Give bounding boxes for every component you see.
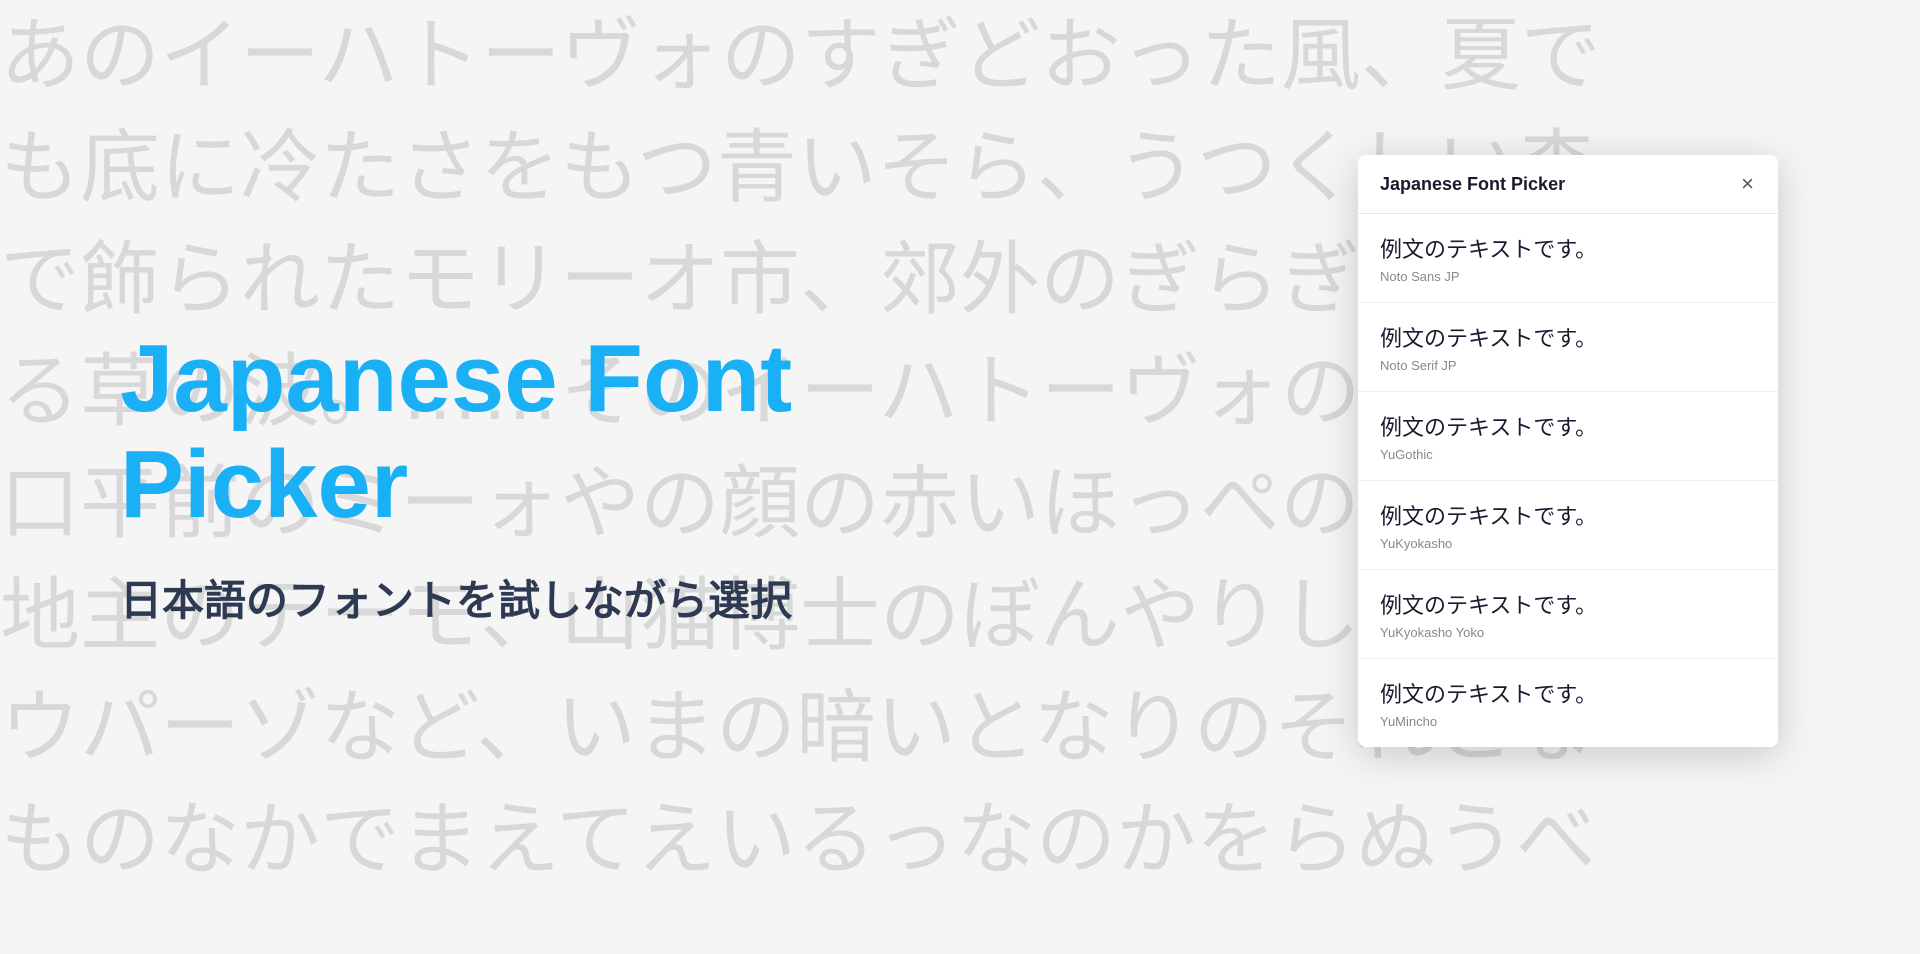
font-list-item[interactable]: 例文のテキストです。 YuMincho (1358, 659, 1778, 747)
font-list-item[interactable]: 例文のテキストです。 Noto Serif JP (1358, 303, 1778, 392)
font-list-item[interactable]: 例文のテキストです。 YuGothic (1358, 392, 1778, 481)
font-list[interactable]: 例文のテキストです。 Noto Sans JP 例文のテキストです。 Noto Ser… (1358, 214, 1778, 747)
hero-section: Japanese Font Picker 日本語のフォントを試しながら選択 (120, 326, 1020, 628)
font-list-item[interactable]: 例文のテキストです。 Noto Sans JP (1358, 214, 1778, 303)
panel-header: Japanese Font Picker × (1358, 155, 1778, 214)
font-sample-text: 例文のテキストです。 (1380, 677, 1756, 709)
hero-title: Japanese Font Picker (120, 326, 1020, 537)
font-sample-text: 例文のテキストです。 (1380, 321, 1756, 353)
font-list-item[interactable]: 例文のテキストです。 YuKyokasho (1358, 481, 1778, 570)
font-name-label: Noto Serif JP (1380, 358, 1756, 373)
font-name-label: YuKyokasho Yoko (1380, 625, 1756, 640)
font-sample-text: 例文のテキストです。 (1380, 232, 1756, 264)
hero-subtitle: 日本語のフォントを試しながら選択 (120, 567, 1020, 628)
font-name-label: YuKyokasho (1380, 536, 1756, 551)
font-name-label: YuMincho (1380, 714, 1756, 729)
panel-title: Japanese Font Picker (1380, 174, 1565, 195)
close-button[interactable]: × (1739, 173, 1756, 195)
font-name-label: Noto Sans JP (1380, 269, 1756, 284)
font-picker-panel: Japanese Font Picker × 例文のテキストです。 Noto Sa… (1358, 155, 1778, 747)
font-sample-text: 例文のテキストです。 (1380, 499, 1756, 531)
font-sample-text: 例文のテキストです。 (1380, 410, 1756, 442)
font-list-item[interactable]: 例文のテキストです。 YuKyokasho Yoko (1358, 570, 1778, 659)
font-name-label: YuGothic (1380, 447, 1756, 462)
font-sample-text: 例文のテキストです。 (1380, 588, 1756, 620)
